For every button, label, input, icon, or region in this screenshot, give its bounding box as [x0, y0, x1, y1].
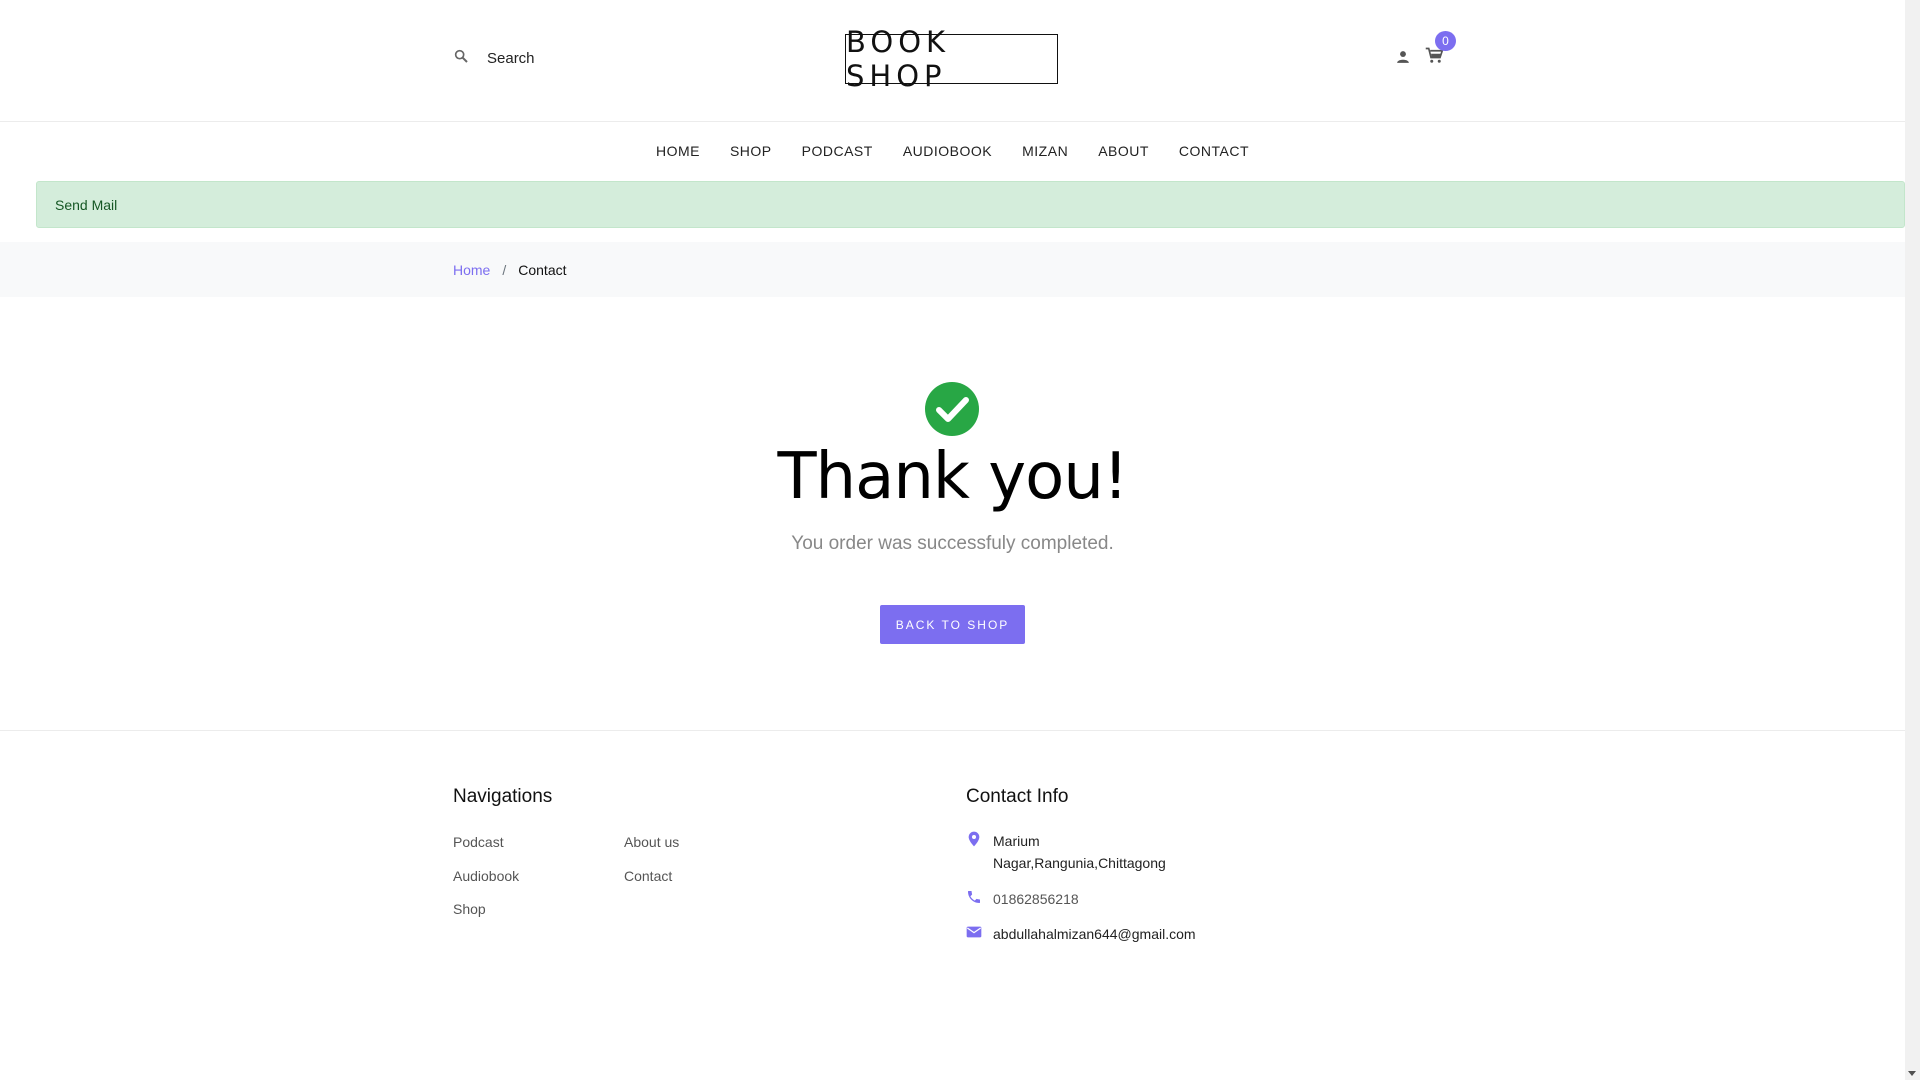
footer-link-shop[interactable]: Shop: [453, 901, 486, 917]
cart-count-badge: 0: [1435, 31, 1456, 51]
main-nav: HOME SHOP PODCAST AUDIOBOOK MIZAN ABOUT …: [0, 122, 1905, 180]
user-icon[interactable]: [1396, 49, 1410, 63]
nav-contact[interactable]: CONTACT: [1179, 143, 1249, 159]
contact-email: abdullahalmizan644@gmail.com: [966, 923, 1196, 946]
search-bar: [453, 48, 687, 68]
scrollbar-thumb[interactable]: [1907, 0, 1918, 980]
footer-link-contact[interactable]: Contact: [624, 868, 672, 884]
page-scrollbar[interactable]: [1905, 0, 1920, 1080]
search-icon[interactable]: [453, 48, 469, 68]
footer-navigations-heading: Navigations: [453, 786, 553, 807]
contact-phone-text[interactable]: 01862856218: [993, 888, 1079, 910]
search-input[interactable]: [487, 49, 687, 67]
footer-link-podcast[interactable]: Podcast: [453, 834, 504, 850]
nav-about[interactable]: ABOUT: [1098, 143, 1149, 159]
page: BOOK SHOP 0 HOME SHOP PODCAST AUDIOBOOK …: [0, 0, 1905, 1080]
breadcrumb-separator: /: [502, 261, 507, 278]
breadcrumb-home[interactable]: Home: [453, 262, 490, 278]
contact-address: Marium Nagar,Rangunia,Chittagong: [966, 830, 1166, 874]
footer-contact-heading: Contact Info: [966, 786, 1069, 807]
back-to-shop-button[interactable]: BACK TO SHOP: [880, 605, 1025, 644]
contact-address-text: Marium Nagar,Rangunia,Chittagong: [993, 830, 1166, 874]
thank-you-heading: Thank you!: [777, 440, 1128, 514]
footer-link-about-us[interactable]: About us: [624, 834, 679, 850]
breadcrumb-bar: Home / Contact: [0, 242, 1905, 297]
address-line-1: Marium: [993, 833, 1040, 849]
order-success-message: You order was successfuly completed.: [791, 533, 1114, 554]
envelope-icon: [966, 923, 982, 946]
map-pin-icon: [966, 830, 982, 853]
nav-mizan[interactable]: MIZAN: [1022, 143, 1068, 159]
footer-link-audiobook[interactable]: Audiobook: [453, 868, 519, 884]
contact-email-text[interactable]: abdullahalmizan644@gmail.com: [993, 923, 1196, 945]
nav-home[interactable]: HOME: [656, 143, 700, 159]
site-logo[interactable]: BOOK SHOP: [845, 25, 1058, 93]
breadcrumb: Home / Contact: [453, 262, 567, 278]
nav-audiobook[interactable]: AUDIOBOOK: [903, 143, 992, 159]
contact-phone: 01862856218: [966, 888, 1079, 911]
site-header: BOOK SHOP 0: [0, 0, 1905, 122]
check-circle-icon: [925, 382, 979, 436]
footer-divider: [0, 730, 1905, 731]
success-alert: Send Mail: [36, 181, 1905, 228]
nav-shop[interactable]: SHOP: [730, 143, 772, 159]
address-line-2: Nagar,Rangunia,Chittagong: [993, 855, 1166, 871]
nav-podcast[interactable]: PODCAST: [802, 143, 873, 159]
breadcrumb-current: Contact: [518, 261, 567, 278]
scroll-down-arrow[interactable]: [1908, 1071, 1916, 1076]
phone-icon: [966, 888, 982, 911]
